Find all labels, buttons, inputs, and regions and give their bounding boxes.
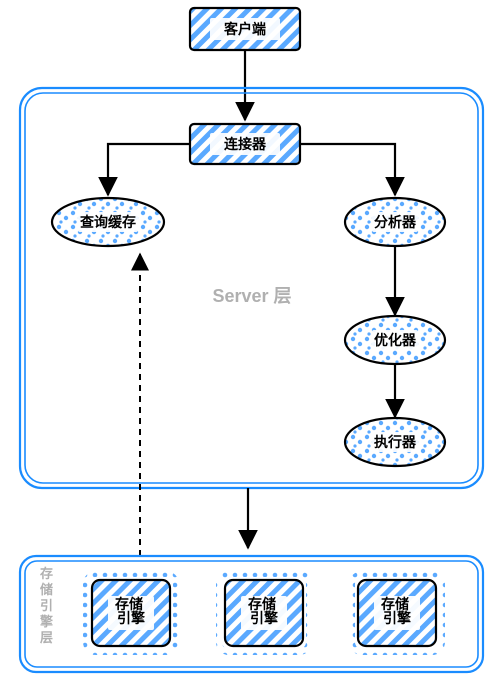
connector-label: 连接器 <box>224 136 267 152</box>
edge-connector-analyzer <box>300 144 395 195</box>
storage-engine-2: 存储 引擎 <box>219 574 309 652</box>
storage3-label: 存储 引擎 <box>381 596 413 626</box>
storage2-label: 存储 引擎 <box>248 596 280 626</box>
edge-connector-cache <box>108 144 190 195</box>
executor-label: 执行器 <box>374 434 417 450</box>
storage1-label: 存储 引擎 <box>115 596 147 626</box>
architecture-diagram: 客户端 Server 层 连接器 查询缓存 分析器 优化器 <box>0 0 502 682</box>
executor-node: 执行器 <box>345 418 445 466</box>
cache-node: 查询缓存 <box>52 198 164 246</box>
storage-engine-1: 存储 引擎 <box>86 574 176 652</box>
server-layer-label: Server 层 <box>212 286 291 306</box>
connector-node: 连接器 <box>190 124 300 164</box>
client-node: 客户端 <box>190 8 300 50</box>
optimizer-label: 优化器 <box>374 332 417 348</box>
analyzer-node: 分析器 <box>345 198 445 246</box>
cache-label: 查询缓存 <box>80 214 136 230</box>
analyzer-label: 分析器 <box>374 214 417 230</box>
storage-engine-3: 存储 引擎 <box>352 574 442 652</box>
optimizer-node: 优化器 <box>345 316 445 364</box>
client-label: 客户端 <box>223 21 266 37</box>
storage-layer-label: 存 储 引 擎 层 <box>39 566 57 645</box>
